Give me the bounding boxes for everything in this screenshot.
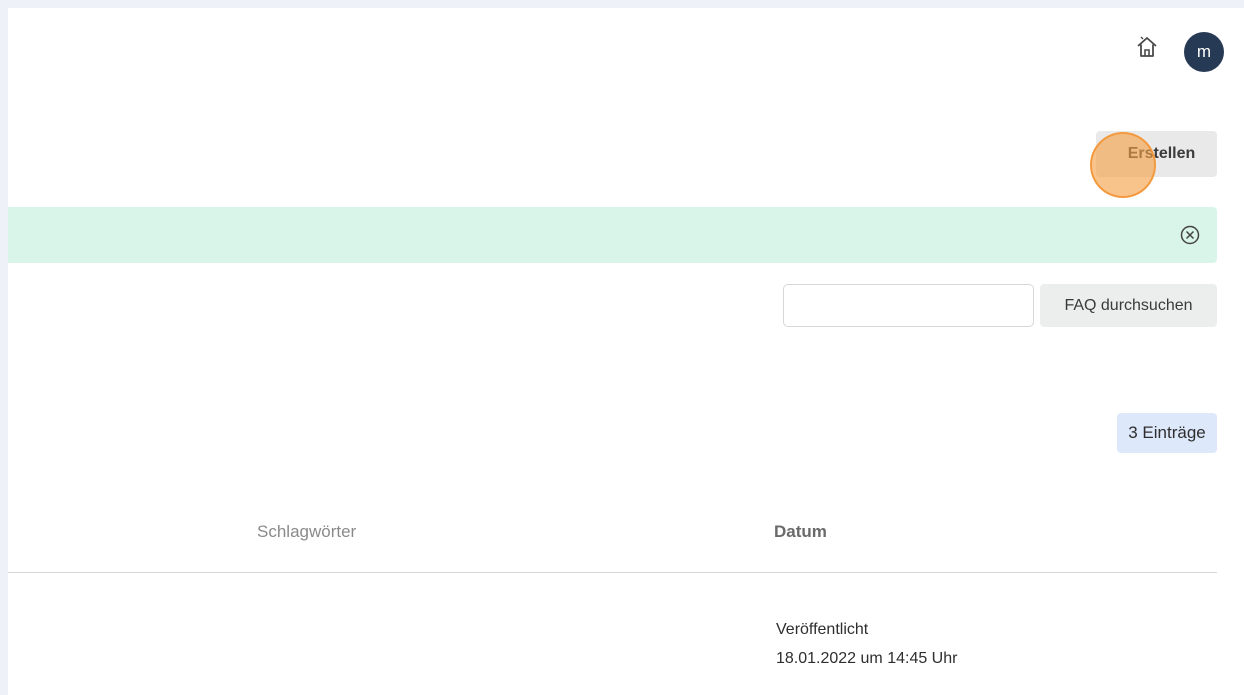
column-header-date[interactable]: Datum [774,522,827,542]
row-status: Veröffentlicht [776,621,869,638]
faq-search-input[interactable] [783,284,1034,327]
home-icon[interactable] [1135,35,1159,59]
column-header-tags[interactable]: Schlagwörter [257,522,356,542]
user-avatar[interactable]: m [1184,32,1224,72]
faq-search-button[interactable]: FAQ durchsuchen [1040,284,1217,327]
table-divider [8,572,1217,573]
success-alert [8,207,1217,263]
close-icon[interactable] [1179,224,1201,246]
entry-count-badge: 3 Einträge [1117,413,1217,453]
click-indicator [1090,132,1156,198]
main-panel [8,8,1244,695]
row-date: 18.01.2022 um 14:45 Uhr [776,650,958,667]
